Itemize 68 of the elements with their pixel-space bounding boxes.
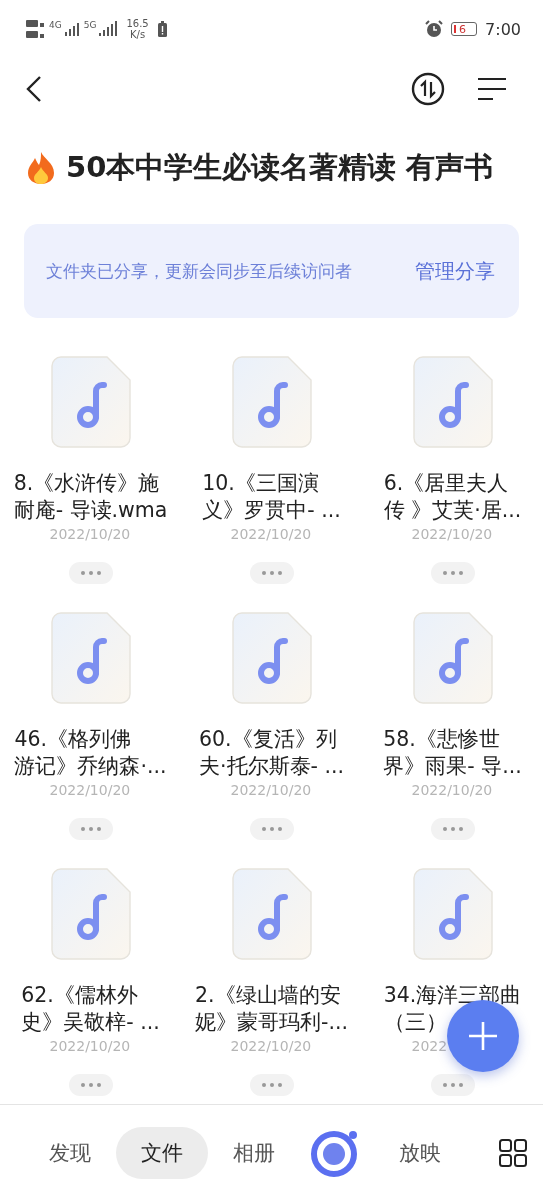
signal-icon [99, 21, 120, 37]
more-icon [80, 1083, 101, 1087]
more-button[interactable] [68, 1074, 113, 1096]
clock-time: 7:00 [485, 19, 521, 39]
signal-icon [64, 21, 81, 37]
audio-file-icon[interactable] [50, 356, 131, 448]
audio-file-icon[interactable] [50, 612, 131, 704]
more-button[interactable] [430, 1074, 475, 1096]
more-icon [261, 571, 282, 575]
sim-icon [26, 18, 46, 40]
more-icon [261, 1083, 282, 1087]
more-icon [442, 827, 463, 831]
file-date: 2022/10/20 [411, 781, 494, 800]
file-date: 2022/10/20 [49, 781, 132, 800]
file-name: 58.《悲惨世 界》雨果- 导... [383, 726, 522, 780]
network-label: 4G [49, 20, 62, 30]
file-date: 2022/10/20 [411, 525, 494, 544]
audio-file-icon[interactable] [50, 868, 131, 960]
more-button[interactable] [249, 1074, 294, 1096]
speed-unit: K/s [129, 29, 146, 40]
more-icon [442, 1083, 463, 1087]
more-icon [442, 571, 463, 575]
file-date: 2022/10/20 [230, 781, 313, 800]
file-name: 8.《水浒传》施 耐庵- 导读.wma [13, 470, 168, 524]
more-button[interactable] [68, 818, 113, 840]
file-date: 2022 [411, 1037, 449, 1056]
more-button[interactable] [249, 818, 294, 840]
battery-indicator: 6 [451, 22, 478, 36]
network-label: 5G [83, 20, 97, 30]
file-name: 60.《复活》列 夫·托尔斯泰- ... [199, 726, 344, 780]
nav-tab[interactable]: 放映 [374, 1126, 466, 1179]
manage-share-link[interactable]: 管理分享 [415, 257, 495, 285]
nav-tab[interactable]: 发现 [24, 1126, 116, 1179]
more-button[interactable] [249, 562, 294, 584]
more-icon [261, 827, 282, 831]
audio-file-icon[interactable] [231, 612, 312, 704]
more-icon [80, 571, 101, 575]
file-date: 2022/10/20 [49, 525, 132, 544]
file-name: 62.《儒林外 史》吴敬梓- ... [21, 982, 160, 1036]
alarm-icon [425, 20, 444, 38]
more-button[interactable] [430, 818, 475, 840]
sort-icon[interactable] [411, 72, 445, 106]
battery-alert-icon [157, 21, 167, 37]
nav-tab[interactable]: 文件 [116, 1126, 208, 1179]
fire-icon [26, 151, 56, 185]
nav-tab[interactable]: 相册 [208, 1126, 300, 1179]
grid-icon[interactable] [499, 1138, 527, 1167]
audio-file-icon[interactable] [412, 356, 493, 448]
back-icon[interactable] [26, 76, 42, 102]
file-name: 2.《绿山墙的安 妮》蒙哥玛利-... [195, 982, 348, 1036]
file-date: 2022/10/20 [230, 525, 313, 544]
more-button[interactable] [430, 562, 475, 584]
audio-file-icon[interactable] [231, 356, 312, 448]
share-message: 文件夹已分享，更新会同步至后续访问者 [46, 259, 352, 283]
file-date: 2022/10/20 [49, 1037, 132, 1056]
plus-icon [468, 1021, 498, 1051]
file-name: 10.《三国演 义》罗贯中- ... [202, 470, 341, 524]
audio-file-icon[interactable] [231, 868, 312, 960]
file-name: 6.《居里夫人 传 》艾芙·居... [383, 470, 522, 524]
menu-icon[interactable] [477, 77, 507, 101]
folder-title: 50本中学生必读名著精读 有声书 [66, 149, 494, 186]
audio-file-icon[interactable] [412, 868, 493, 960]
more-icon [80, 827, 101, 831]
more-button[interactable] [68, 562, 113, 584]
speed-value: 16.5 [126, 18, 149, 29]
file-name: 46.《格列佛 游记》乔纳森·... [14, 726, 167, 780]
file-date: 2022/10/20 [230, 1037, 313, 1056]
audio-file-icon[interactable] [412, 612, 493, 704]
